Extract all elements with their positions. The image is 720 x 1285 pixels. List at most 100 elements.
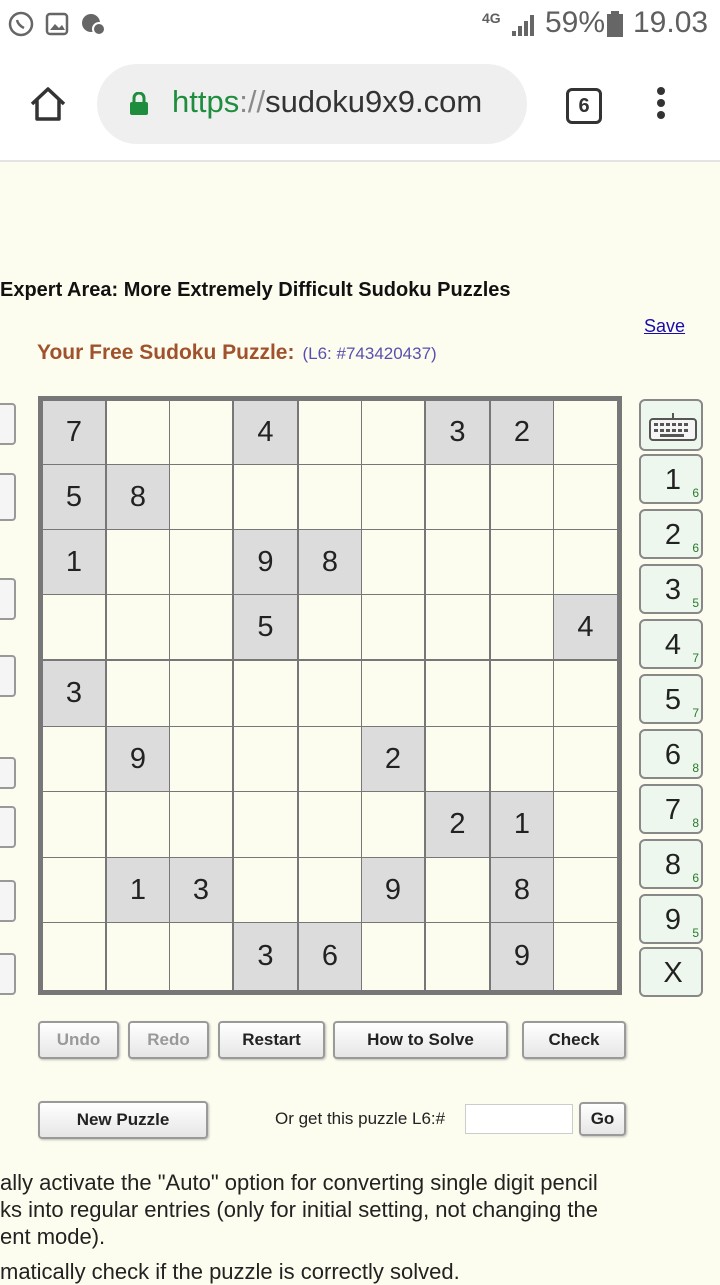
grid-cell[interactable] bbox=[491, 465, 553, 529]
grid-cell[interactable] bbox=[107, 401, 169, 464]
tool-button[interactable] bbox=[0, 806, 16, 848]
number-key-9[interactable]: 95 bbox=[639, 894, 703, 944]
tool-button[interactable] bbox=[0, 953, 16, 995]
grid-cell[interactable]: 2 bbox=[362, 727, 424, 791]
grid-cell[interactable] bbox=[299, 858, 361, 922]
number-key-2[interactable]: 26 bbox=[639, 509, 703, 559]
grid-cell[interactable] bbox=[107, 923, 169, 990]
grid-cell[interactable] bbox=[426, 530, 489, 594]
grid-cell[interactable] bbox=[299, 661, 361, 726]
keyboard-toggle-button[interactable] bbox=[639, 399, 703, 451]
tool-button[interactable] bbox=[0, 578, 16, 620]
grid-cell[interactable]: 3 bbox=[426, 401, 489, 464]
grid-cell[interactable]: 3 bbox=[170, 858, 232, 922]
go-button[interactable]: Go bbox=[579, 1102, 626, 1136]
grid-cell[interactable] bbox=[491, 595, 553, 659]
grid-cell[interactable] bbox=[107, 595, 169, 659]
number-key-1[interactable]: 16 bbox=[639, 454, 703, 504]
grid-cell[interactable] bbox=[554, 727, 617, 791]
grid-cell[interactable]: 1 bbox=[43, 530, 105, 594]
grid-cell[interactable] bbox=[426, 923, 489, 990]
grid-cell[interactable] bbox=[170, 401, 232, 464]
grid-cell[interactable] bbox=[426, 465, 489, 529]
grid-cell[interactable] bbox=[362, 595, 424, 659]
grid-cell[interactable] bbox=[426, 858, 489, 922]
grid-cell[interactable] bbox=[554, 923, 617, 990]
grid-cell[interactable]: 2 bbox=[426, 792, 489, 857]
grid-cell[interactable] bbox=[43, 727, 105, 791]
grid-cell[interactable] bbox=[426, 727, 489, 791]
tool-button[interactable] bbox=[0, 655, 16, 697]
grid-cell[interactable] bbox=[299, 401, 361, 464]
tool-button[interactable] bbox=[0, 880, 16, 922]
grid-cell[interactable]: 7 bbox=[43, 401, 105, 464]
grid-cell[interactable] bbox=[491, 661, 553, 726]
grid-cell[interactable]: 4 bbox=[234, 401, 297, 464]
grid-cell[interactable] bbox=[299, 792, 361, 857]
grid-cell[interactable] bbox=[170, 792, 232, 857]
grid-cell[interactable]: 8 bbox=[491, 858, 553, 922]
grid-cell[interactable] bbox=[362, 530, 424, 594]
grid-cell[interactable]: 3 bbox=[43, 661, 105, 726]
tool-button[interactable] bbox=[0, 403, 16, 445]
grid-cell[interactable] bbox=[43, 595, 105, 659]
tool-button[interactable] bbox=[0, 473, 16, 521]
grid-cell[interactable] bbox=[234, 465, 297, 529]
grid-cell[interactable] bbox=[362, 792, 424, 857]
grid-cell[interactable] bbox=[362, 923, 424, 990]
restart-button[interactable]: Restart bbox=[218, 1021, 325, 1059]
grid-cell[interactable] bbox=[43, 792, 105, 857]
grid-cell[interactable]: 9 bbox=[234, 530, 297, 594]
grid-cell[interactable] bbox=[107, 792, 169, 857]
grid-cell[interactable] bbox=[234, 661, 297, 726]
grid-cell[interactable]: 9 bbox=[491, 923, 553, 990]
grid-cell[interactable]: 2 bbox=[491, 401, 553, 464]
puzzle-number-input[interactable] bbox=[465, 1104, 573, 1134]
grid-cell[interactable] bbox=[362, 465, 424, 529]
grid-cell[interactable] bbox=[299, 465, 361, 529]
grid-cell[interactable] bbox=[362, 401, 424, 464]
redo-button[interactable]: Redo bbox=[128, 1021, 209, 1059]
grid-cell[interactable] bbox=[554, 530, 617, 594]
grid-cell[interactable]: 5 bbox=[234, 595, 297, 659]
undo-button[interactable]: Undo bbox=[38, 1021, 119, 1059]
grid-cell[interactable] bbox=[554, 792, 617, 857]
grid-cell[interactable]: 3 bbox=[234, 923, 297, 990]
grid-cell[interactable]: 4 bbox=[554, 595, 617, 659]
grid-cell[interactable] bbox=[170, 465, 232, 529]
grid-cell[interactable] bbox=[170, 595, 232, 659]
grid-cell[interactable] bbox=[43, 858, 105, 922]
grid-cell[interactable]: 9 bbox=[362, 858, 424, 922]
address-bar[interactable]: https://sudoku9x9.com bbox=[97, 64, 527, 144]
save-link[interactable]: Save bbox=[644, 316, 685, 337]
grid-cell[interactable] bbox=[170, 530, 232, 594]
grid-cell[interactable]: 1 bbox=[107, 858, 169, 922]
how-to-solve-button[interactable]: How to Solve bbox=[333, 1021, 508, 1059]
grid-cell[interactable]: 6 bbox=[299, 923, 361, 990]
grid-cell[interactable]: 1 bbox=[491, 792, 553, 857]
grid-cell[interactable]: 8 bbox=[299, 530, 361, 594]
grid-cell[interactable]: 8 bbox=[107, 465, 169, 529]
grid-cell[interactable] bbox=[170, 727, 232, 791]
grid-cell[interactable] bbox=[234, 727, 297, 791]
grid-cell[interactable] bbox=[170, 923, 232, 990]
number-key-7[interactable]: 78 bbox=[639, 784, 703, 834]
grid-cell[interactable] bbox=[299, 595, 361, 659]
tab-switcher-button[interactable]: 6 bbox=[566, 88, 602, 124]
grid-cell[interactable] bbox=[426, 595, 489, 659]
number-key-3[interactable]: 35 bbox=[639, 564, 703, 614]
grid-cell[interactable] bbox=[554, 401, 617, 464]
grid-cell[interactable]: 5 bbox=[43, 465, 105, 529]
grid-cell[interactable] bbox=[491, 727, 553, 791]
grid-cell[interactable] bbox=[491, 530, 553, 594]
grid-cell[interactable] bbox=[554, 661, 617, 726]
number-key-6[interactable]: 68 bbox=[639, 729, 703, 779]
new-puzzle-button[interactable]: New Puzzle bbox=[38, 1101, 208, 1139]
grid-cell[interactable] bbox=[170, 661, 232, 726]
grid-cell[interactable] bbox=[234, 858, 297, 922]
grid-cell[interactable] bbox=[234, 792, 297, 857]
grid-cell[interactable] bbox=[107, 530, 169, 594]
overflow-menu-icon[interactable] bbox=[657, 87, 667, 123]
grid-cell[interactable] bbox=[299, 727, 361, 791]
grid-cell[interactable] bbox=[43, 923, 105, 990]
